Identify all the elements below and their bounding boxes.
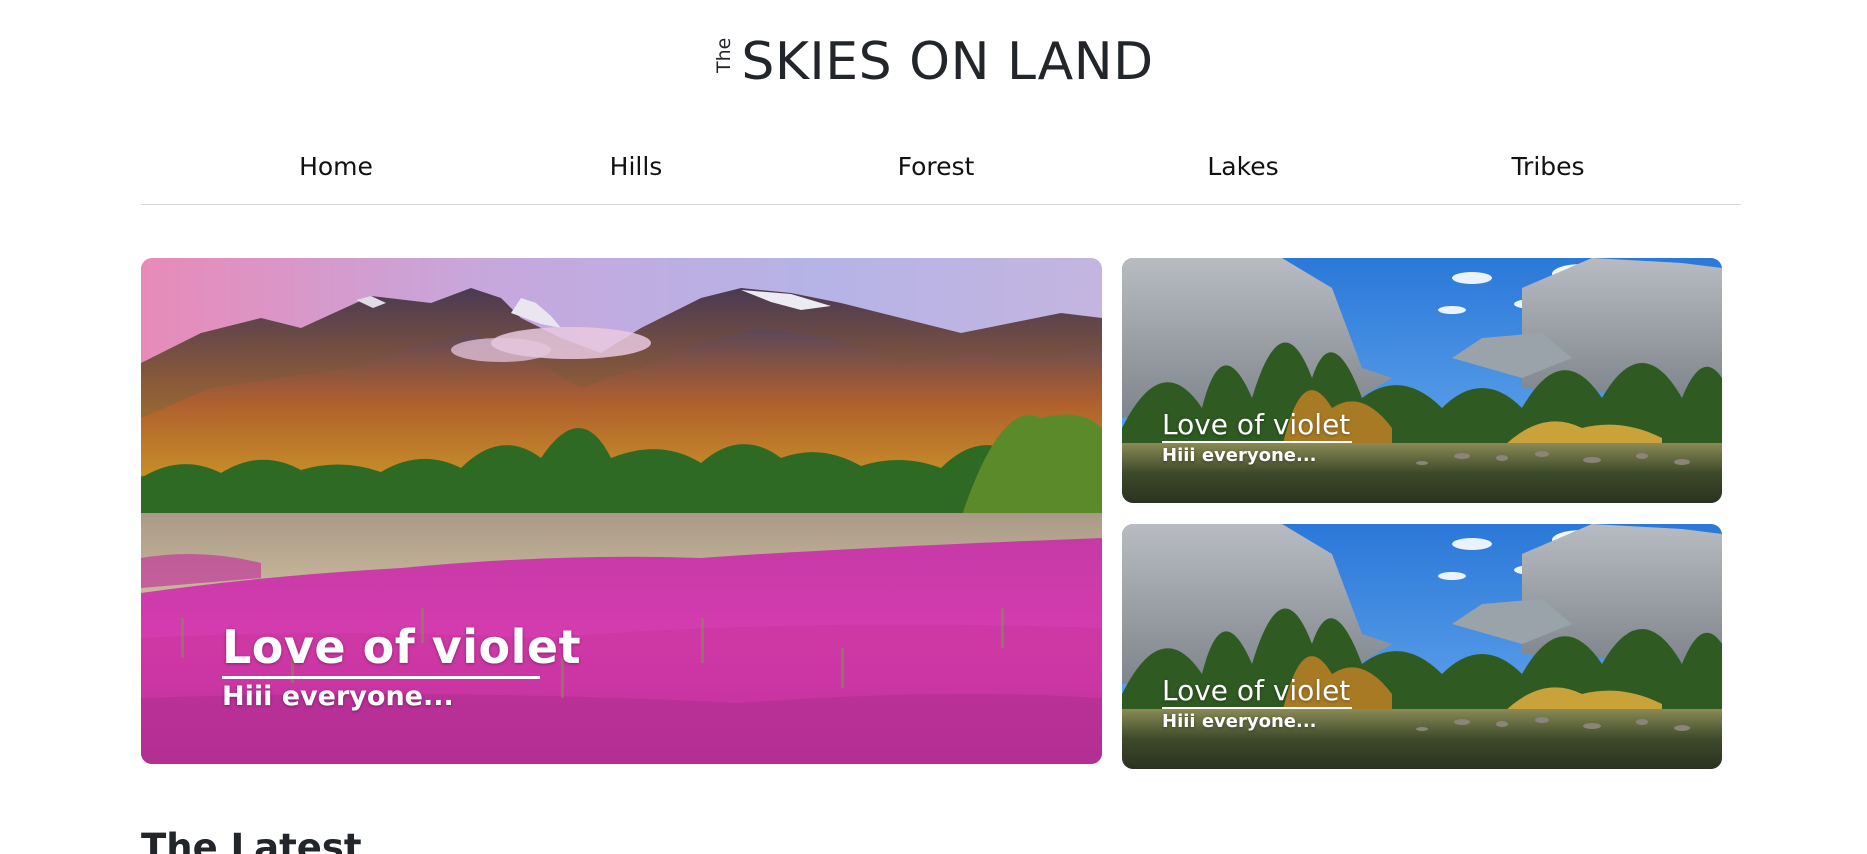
valley-lake-image <box>1122 258 1722 503</box>
featured-card-main[interactable]: Love of violet Hiii everyone... <box>141 258 1102 764</box>
featured-side-2-caption: Love of violet Hiii everyone... <box>1162 674 1352 732</box>
title-underline <box>222 676 540 679</box>
featured-side-1-subtitle: Hiii everyone... <box>1162 445 1317 466</box>
brand-prefix: The <box>713 37 736 73</box>
nav-item-tribes[interactable]: Tribes <box>1511 152 1584 181</box>
featured-side-2-subtitle: Hiii everyone... <box>1162 711 1317 732</box>
valley-lake-image <box>1122 524 1722 769</box>
main-nav: Home Hills Forest Lakes Tribes <box>141 140 1741 205</box>
site-logo-title[interactable]: SKIES ON LAND <box>741 32 1153 92</box>
title-underline <box>1162 441 1352 443</box>
nav-item-hills[interactable]: Hills <box>610 152 663 181</box>
featured-main-title[interactable]: Love of violet <box>222 620 581 674</box>
featured-side-1-title[interactable]: Love of violet <box>1162 408 1352 441</box>
site-header: The SKIES ON LAND <box>0 26 1867 98</box>
page: The SKIES ON LAND Home Hills Forest Lake… <box>0 0 1867 854</box>
latest-heading: The Latest <box>141 826 362 854</box>
featured-side-2-title[interactable]: Love of violet <box>1162 674 1352 707</box>
nav-item-home[interactable]: Home <box>299 152 373 181</box>
featured-card-side-1[interactable]: Love of violet Hiii everyone... <box>1122 258 1722 503</box>
featured-main-subtitle: Hiii everyone... <box>222 681 454 712</box>
featured-card-side-2[interactable]: Love of violet Hiii everyone... <box>1122 524 1722 769</box>
title-underline <box>1162 707 1352 709</box>
featured-main-caption: Love of violet Hiii everyone... <box>222 620 581 712</box>
featured-side-1-caption: Love of violet Hiii everyone... <box>1162 408 1352 466</box>
nav-item-lakes[interactable]: Lakes <box>1207 152 1278 181</box>
nav-item-forest[interactable]: Forest <box>898 152 975 181</box>
